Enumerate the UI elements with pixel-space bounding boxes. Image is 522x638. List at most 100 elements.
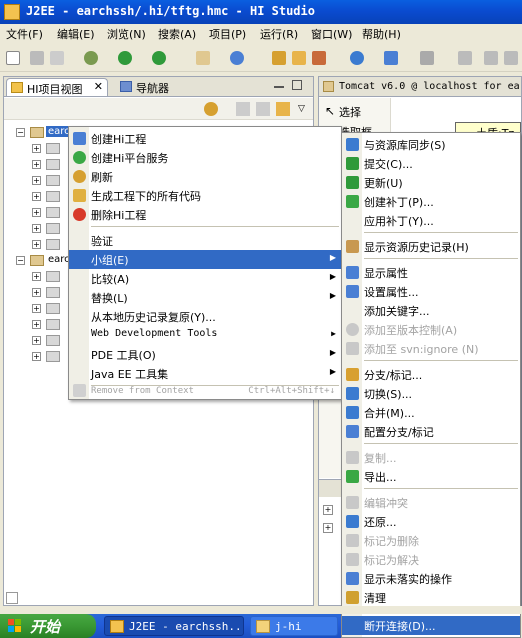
menu-item-cleanup[interactable]: 清理 xyxy=(342,588,520,607)
menu-item-remove-from-context[interactable]: Remove from Context Ctrl+Alt+Shift+↓ xyxy=(69,381,341,400)
forward-icon[interactable] xyxy=(276,102,290,116)
expand-icon[interactable]: + xyxy=(32,160,41,169)
menu-item-create-patch[interactable]: 创建补丁(P)... xyxy=(342,192,520,211)
menu-item-show-pending[interactable]: 显示未落实的操作 xyxy=(342,569,520,588)
home-icon[interactable] xyxy=(236,102,250,116)
perspective-icon[interactable] xyxy=(504,51,518,65)
menu-item-add-keywords[interactable]: 添加关键字... xyxy=(342,301,520,320)
menu-item-add-to-version-control[interactable]: 添加至版本控制(A) xyxy=(342,320,520,339)
expand-icon[interactable]: + xyxy=(32,176,41,185)
expand-icon[interactable]: + xyxy=(32,304,41,313)
menu-item-pde-tools[interactable]: PDE 工具(O) ▶ xyxy=(69,345,341,364)
maximize-icon[interactable] xyxy=(292,80,302,90)
expand-icon[interactable]: + xyxy=(32,240,41,249)
menu-item-commit[interactable]: 提交(C)... xyxy=(342,154,520,173)
view-menu-icon[interactable]: ▽ xyxy=(298,104,305,114)
external-tools-icon[interactable] xyxy=(152,51,166,65)
run-icon[interactable] xyxy=(118,51,132,65)
menu-project[interactable]: 项目(P) xyxy=(209,26,246,42)
tab-navigator[interactable]: 导航器 xyxy=(116,78,186,96)
expand-icon[interactable]: + xyxy=(323,505,333,515)
menu-item-copy[interactable]: 复制... xyxy=(342,448,520,467)
palette-select[interactable]: 选择 xyxy=(339,104,361,120)
close-icon[interactable]: ✕ xyxy=(94,80,103,93)
menu-file[interactable]: 文件(F) xyxy=(6,26,43,42)
expand-icon[interactable]: + xyxy=(32,272,41,281)
new-project-icon[interactable] xyxy=(196,51,210,65)
tree-label[interactable]: earc xyxy=(48,254,70,265)
menu-item-configure-branch-tag[interactable]: 配置分支/标记 xyxy=(342,422,520,441)
fast-view-icon[interactable] xyxy=(6,592,18,604)
open-type-icon[interactable] xyxy=(272,51,286,65)
menu-item-validate[interactable]: 验证 xyxy=(69,231,341,250)
menu-item-switch[interactable]: 切换(S)... xyxy=(342,384,520,403)
menu-item-refresh[interactable]: 刷新 xyxy=(69,167,341,186)
expand-icon[interactable]: + xyxy=(32,352,41,361)
sync-icon[interactable] xyxy=(204,102,218,116)
menu-item-team[interactable]: 小组(E) ▶ xyxy=(69,250,341,269)
tree-row[interactable]: + xyxy=(4,269,74,285)
tree-row[interactable]: + xyxy=(4,349,74,365)
tree-row[interactable]: + xyxy=(4,301,74,317)
menu-item-branch-tag[interactable]: 分支/标记... xyxy=(342,365,520,384)
open-folder-icon[interactable] xyxy=(292,51,306,65)
menu-item-show-properties[interactable]: 显示属性 xyxy=(342,263,520,282)
menu-window[interactable]: 窗口(W) xyxy=(311,26,352,42)
menu-item-restore-history[interactable]: 从本地历史记录复原(Y)... xyxy=(69,307,341,326)
debug-icon[interactable] xyxy=(84,51,98,65)
tree-row[interactable]: + xyxy=(4,317,74,333)
menu-item-create-hi-project[interactable]: 创建Hi工程 xyxy=(69,129,341,148)
tree-row[interactable]: + xyxy=(4,141,74,157)
tab-hi-project-view[interactable]: HI项目视图 ✕ xyxy=(6,78,108,96)
expand-icon[interactable]: + xyxy=(32,320,41,329)
taskbar-item-j2ee[interactable]: J2EE - earchssh... xyxy=(104,616,244,636)
menu-item-compare[interactable]: 比较(A) ▶ xyxy=(69,269,341,288)
menu-edit[interactable]: 编辑(E) xyxy=(57,26,95,42)
menu-item-mark-resolved[interactable]: 标记为解决 xyxy=(342,550,520,569)
expand-icon[interactable]: + xyxy=(32,288,41,297)
menu-item-delete-hi-project[interactable]: 删除Hi工程 xyxy=(69,205,341,224)
expand-icon[interactable]: + xyxy=(323,523,333,533)
editor-tab[interactable]: Tomcat v6.0 @ localhost for earc xyxy=(319,77,521,97)
menu-item-web-dev-tools[interactable]: Web Development Tools ▶ xyxy=(69,326,341,345)
start-button[interactable]: 开始 xyxy=(0,614,96,638)
tree-row[interactable]: + xyxy=(4,237,74,253)
expand-icon[interactable]: + xyxy=(32,208,41,217)
menu-help[interactable]: 帮助(H) xyxy=(362,26,401,42)
menu-item-apply-patch[interactable]: 应用补丁(Y)... xyxy=(342,211,520,230)
collapse-icon[interactable]: − xyxy=(16,128,25,137)
menu-item-update[interactable]: 更新(U) xyxy=(342,173,520,192)
menu-item-set-properties[interactable]: 设置属性... xyxy=(342,282,520,301)
menu-search[interactable]: 搜索(A) xyxy=(158,26,196,42)
menu-item-replace[interactable]: 替换(L) ▶ xyxy=(69,288,341,307)
menu-item-disconnect[interactable]: 断开连接(D)... xyxy=(342,616,520,635)
tree-row[interactable]: + xyxy=(4,189,74,205)
new-icon[interactable] xyxy=(6,51,20,65)
menu-item-add-to-svn-ignore[interactable]: 添加至 svn:ignore (N) xyxy=(342,339,520,358)
back-icon[interactable] xyxy=(458,51,472,65)
nav-icon[interactable] xyxy=(420,51,434,65)
tools-icon[interactable] xyxy=(312,51,326,65)
minimize-icon[interactable] xyxy=(274,86,284,88)
menu-item-mark-deleted[interactable]: 标记为删除 xyxy=(342,531,520,550)
tree-row[interactable]: + xyxy=(4,333,74,349)
expand-icon[interactable]: + xyxy=(32,192,41,201)
tree-row[interactable]: + xyxy=(4,157,74,173)
collapse-icon[interactable]: − xyxy=(16,256,25,265)
expand-icon[interactable]: + xyxy=(32,224,41,233)
new-class-icon[interactable] xyxy=(230,51,244,65)
menu-run[interactable]: 运行(R) xyxy=(260,26,298,42)
menu-item-create-hi-service[interactable]: 创建Hi平台服务 xyxy=(69,148,341,167)
tree-row[interactable]: − earc xyxy=(4,253,74,269)
expand-icon[interactable]: + xyxy=(32,144,41,153)
menu-navigate[interactable]: 浏览(N) xyxy=(107,26,146,42)
tree-row[interactable]: + xyxy=(4,205,74,221)
menu-item-merge[interactable]: 合并(M)... xyxy=(342,403,520,422)
menu-item-synchronize[interactable]: 与资源库同步(S) xyxy=(342,135,520,154)
menu-item-revert[interactable]: 还原... xyxy=(342,512,520,531)
print-icon[interactable] xyxy=(50,51,64,65)
tree-row[interactable]: − earc xyxy=(4,125,74,141)
menu-item-show-history[interactable]: 显示资源历史记录(H) xyxy=(342,237,520,256)
globe-icon[interactable] xyxy=(350,51,364,65)
save-icon[interactable] xyxy=(30,51,44,65)
